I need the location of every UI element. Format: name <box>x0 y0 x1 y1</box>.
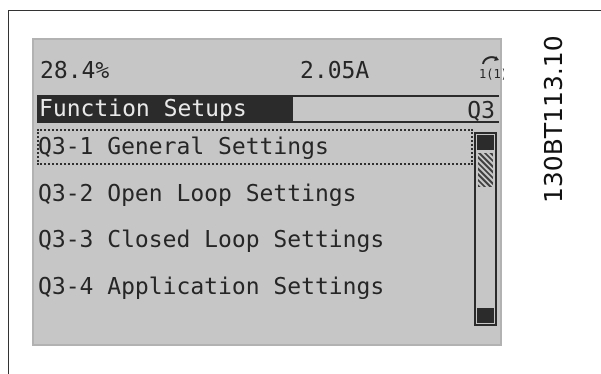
menu-item-open-loop-settings[interactable]: Q3-2 Open Loop Settings <box>38 177 472 211</box>
scroll-down-icon[interactable] <box>477 308 494 323</box>
scrollbar-thumb[interactable] <box>478 153 493 187</box>
figure-reference-code: 130BT113.10 <box>539 35 568 203</box>
parameter-setup-label: 1(1) <box>479 67 504 81</box>
menu-header-bar: Q3 <box>293 97 499 124</box>
parameter-setup-icon: 1(1) <box>479 56 504 81</box>
menu-item-application-settings[interactable]: Q3-4 Application Settings <box>38 270 472 304</box>
figure-frame-left <box>8 10 9 374</box>
menu-header-code: Q3 <box>467 98 495 124</box>
menu-scrollbar[interactable] <box>474 132 497 326</box>
lcd-screen: 28.4% 2.05A 1(1) Function Setups Q3 Q3-1… <box>34 40 504 344</box>
menu-item-closed-loop-settings[interactable]: Q3-3 Closed Loop Settings <box>38 223 472 257</box>
menu-header-title: Function Setups <box>39 96 249 122</box>
status-percent-readout: 28.4% <box>40 58 110 84</box>
figure-frame-top <box>8 10 601 11</box>
menu-item-general-settings[interactable]: Q3-1 General Settings <box>37 129 473 165</box>
lcd-display: 28.4% 2.05A 1(1) Function Setups Q3 Q3-1… <box>32 38 504 346</box>
status-current-readout: 2.05A <box>300 58 370 84</box>
menu-header: Function Setups Q3 <box>37 95 499 124</box>
scroll-up-icon[interactable] <box>477 135 494 150</box>
